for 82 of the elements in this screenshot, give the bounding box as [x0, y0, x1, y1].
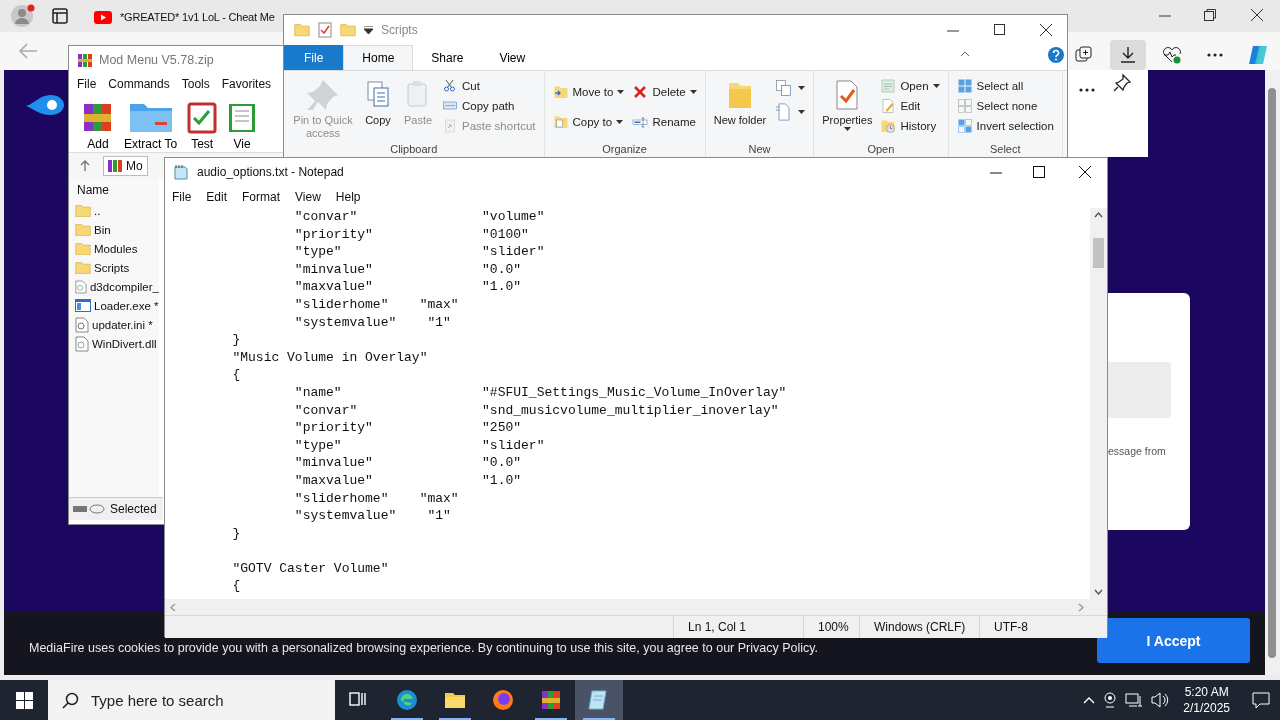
menu-item[interactable]: File	[172, 190, 192, 204]
ribbon-button[interactable]: Properties	[820, 77, 875, 143]
ribbon-tab[interactable]: Home	[343, 45, 414, 70]
text-line: {	[231, 578, 241, 594]
ribbon-button[interactable]: Copy to	[550, 113, 627, 131]
window-title: Mod Menu V5.78.zip	[99, 53, 214, 67]
group-label: Open	[866, 143, 896, 157]
column-header[interactable]: Name	[75, 179, 159, 201]
ribbon-button[interactable]: Open	[878, 77, 942, 95]
menu-item[interactable]: View	[295, 190, 321, 204]
text-line: "type" "slider"	[293, 244, 545, 260]
window-title: audio_options.txt - Notepad	[197, 165, 344, 179]
toolbar-button[interactable]: Vie	[227, 100, 258, 152]
file-name[interactable]: Loader.exe *	[94, 299, 159, 312]
group-label: New	[747, 143, 772, 157]
browser-tab[interactable]: *GREATED* 1v1 LoL - Cheat Me	[88, 2, 282, 32]
menu-item[interactable]: Format	[242, 190, 281, 204]
file-name[interactable]: Scripts	[94, 261, 130, 274]
cookie-notice: MediaFire uses cookies to provide you with a personalized browsing experience. By continuing to use this site, you agree to our Privacy Policy.	[29, 641, 819, 655]
clock-time[interactable]: 5:20 AM	[1184, 684, 1229, 700]
text-line: "name" "#SFUI_Settings_Music_Volume_InOverlay"	[293, 384, 787, 400]
window-title: Scripts	[381, 23, 418, 37]
text-line: "type" "slider"	[293, 437, 545, 453]
ribbon-button[interactable]: Delete	[630, 83, 699, 101]
file-name[interactable]: Bin	[94, 223, 111, 236]
status-text: 100%	[803, 616, 859, 638]
text-line: }	[231, 525, 241, 541]
toolbar-button[interactable]: Extract To	[124, 100, 178, 152]
text-line: "convar" "snd_musicvolume_multiplier_inoverlay"	[293, 402, 779, 418]
group-label: Organize	[601, 143, 648, 157]
ribbon-button[interactable]: New folder	[711, 77, 769, 143]
toolbar-button[interactable]: Add	[81, 100, 115, 152]
ribbon-button[interactable]: Select none	[954, 97, 1056, 115]
status-text: Ln 1, Col 1	[673, 616, 803, 638]
text-line: "maxvalue" "1.0"	[293, 279, 522, 295]
ribbon-button[interactable]: Invert selection	[954, 117, 1056, 135]
ribbon-button[interactable]: Rename	[630, 113, 699, 131]
ribbon-tab[interactable]: Share	[413, 45, 482, 70]
status-text: Selected	[110, 502, 157, 516]
search-field[interactable]: Type here to search	[48, 680, 335, 720]
file-name[interactable]: d3dcompiler_	[89, 280, 159, 293]
file-name[interactable]: updater.ini *	[92, 318, 153, 331]
text-line: "systemvalue" "1"	[293, 314, 451, 330]
text-line: "minvalue" "0.0"	[293, 455, 522, 471]
menu-item[interactable]: Edit	[206, 190, 228, 204]
text-line: "GOTV Caster Volume"	[231, 560, 389, 576]
ribbon-tab[interactable]: View	[481, 45, 544, 70]
ribbon-button[interactable]: Copy	[360, 77, 396, 143]
menu-item[interactable]: Help	[335, 190, 361, 204]
text-line: "sliderhome" "max"	[293, 490, 459, 506]
status-text: UTF-8	[979, 616, 1079, 638]
group-label: Clipboard	[389, 143, 439, 157]
text-line: "Music Volume in Overlay"	[231, 349, 428, 365]
text-line: "priority" "0100"	[293, 226, 529, 242]
text-line: }	[231, 332, 241, 348]
file-name[interactable]: Modules	[94, 242, 138, 255]
dialog-text: essage from	[1108, 445, 1166, 457]
ribbon-button[interactable]: Copy path	[440, 97, 538, 115]
text-line: "systemvalue" "1"	[293, 508, 451, 524]
menu-item[interactable]: Tools	[181, 77, 210, 91]
text-line: {	[231, 367, 241, 383]
ribbon-button[interactable]: Select all	[954, 77, 1056, 95]
ribbon-tab[interactable]: File	[284, 45, 344, 70]
text-line: "convar" "volume"	[293, 209, 545, 224]
ribbon-button[interactable]: Edit	[878, 97, 942, 115]
status-text: Windows (CRLF)	[859, 616, 979, 638]
file-name[interactable]: WinDivert.dll	[92, 337, 157, 350]
accept-button[interactable]: I Accept	[1097, 618, 1250, 663]
menu-item[interactable]: Favorites	[221, 77, 272, 91]
text-line: "sliderhome" "max"	[293, 296, 459, 312]
path-field[interactable]: Mo	[103, 156, 148, 176]
ribbon-button[interactable]: History	[878, 117, 942, 135]
menu-item[interactable]: File	[77, 77, 97, 91]
text-line: "minvalue" "0.0"	[293, 261, 522, 277]
clock-date[interactable]: 2/1/2025	[1183, 700, 1230, 716]
ribbon-button[interactable]: Move to	[550, 83, 627, 101]
ribbon-button[interactable]: Cut	[440, 77, 538, 95]
text-line: "maxvalue" "1.0"	[293, 472, 522, 488]
text-line: "priority" "250"	[293, 420, 522, 436]
group-label: Select	[988, 143, 1022, 157]
menu-item[interactable]: Commands	[108, 77, 170, 91]
file-name[interactable]: ..	[94, 204, 101, 217]
